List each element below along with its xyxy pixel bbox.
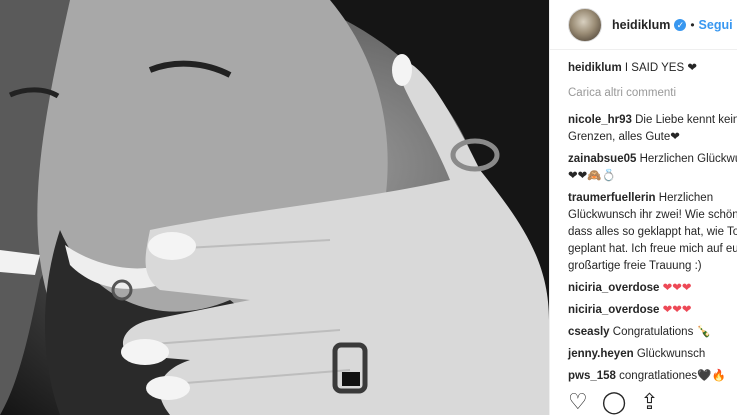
comment-text: Herzlichen Glückwunsch ihr zwei! Wie sch…	[568, 192, 737, 272]
post-photo	[0, 0, 549, 415]
comment-text: Glückwunsch	[636, 348, 706, 360]
caption-text: I SAID YES ❤	[624, 62, 697, 74]
photo-illustration	[0, 0, 549, 415]
post-header: heidiklum ✓ • Segui	[550, 0, 737, 50]
comment-text: congratlationes🖤🔥	[619, 370, 726, 382]
post-side-panel: heidiklum ✓ • Segui heidiklum I SAID YES…	[549, 0, 737, 415]
comment-username[interactable]: pws_158	[568, 370, 616, 382]
comment-item: niciria_overdose ❤❤❤	[568, 302, 737, 319]
follow-button[interactable]: Segui	[699, 18, 733, 32]
header-username[interactable]: heidiklum	[612, 18, 670, 32]
comment-username[interactable]: niciria_overdose	[568, 304, 659, 316]
caption-username[interactable]: heidiklum	[568, 62, 622, 74]
comment-username[interactable]: cseasly	[568, 326, 610, 338]
share-icon[interactable]: ⇪	[640, 390, 658, 414]
verified-badge-icon: ✓	[674, 18, 687, 31]
comment-item: nicole_hr93 Die Liebe kennt keine Grenze…	[568, 112, 737, 146]
post-actions: ♡ ◯ ⇪	[568, 390, 659, 414]
comment-text: ❤❤❤	[662, 304, 692, 316]
avatar[interactable]	[568, 7, 602, 42]
caption: heidiklum I SAID YES ❤	[568, 60, 737, 77]
comment-username[interactable]: traumerfuellerin	[568, 192, 656, 204]
like-heart-icon[interactable]: ♡	[568, 390, 588, 414]
comment-item: niciria_overdose ❤❤❤	[568, 280, 737, 297]
comment-text: ❤❤❤	[662, 282, 692, 294]
comment-item: traumerfuellerin Herzlichen Glückwunsch …	[568, 190, 737, 275]
comment-item: pws_158 congratlationes🖤🔥	[568, 368, 737, 385]
comment-item: jenny.heyen Glückwunsch	[568, 346, 737, 363]
comment-item: zainabsue05 Herzlichen Glückwunsch ❤❤🙈💍	[568, 151, 737, 185]
comment-username[interactable]: zainabsue05	[568, 153, 636, 165]
comment-username[interactable]: jenny.heyen	[568, 348, 634, 360]
comment-item: cseasly Congratulations 🍾	[568, 324, 737, 341]
separator-dot: •	[690, 17, 695, 32]
comment-username[interactable]: nicole_hr93	[568, 114, 632, 126]
load-more-comments-link[interactable]: Carica altri commenti	[568, 85, 737, 102]
comment-username[interactable]: niciria_overdose	[568, 282, 659, 294]
comments-list: heidiklum I SAID YES ❤ Carica altri comm…	[568, 60, 737, 390]
comment-bubble-icon[interactable]: ◯	[602, 390, 627, 414]
comment-text: Congratulations 🍾	[612, 326, 711, 338]
